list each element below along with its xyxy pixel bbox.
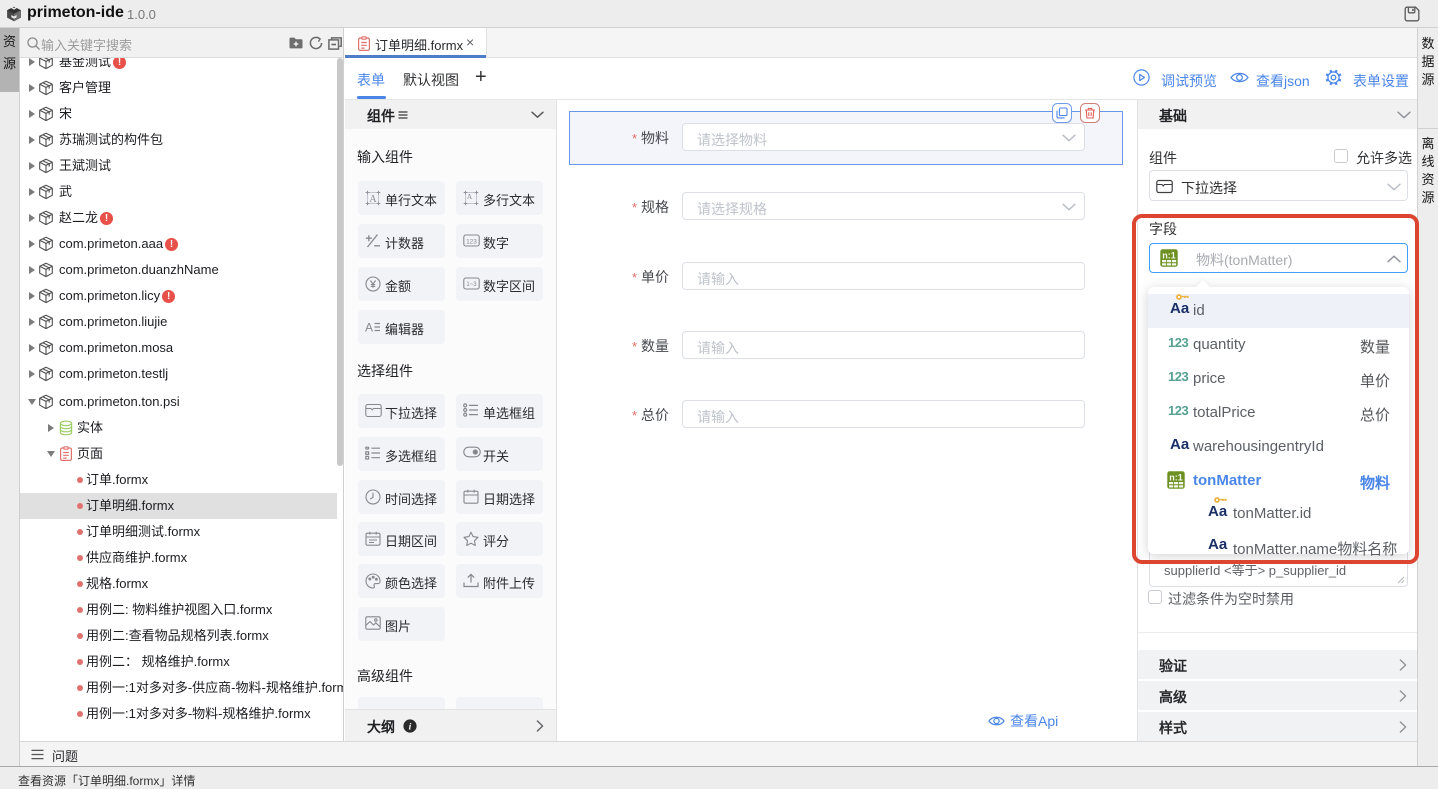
svg-text:A: A bbox=[467, 192, 473, 201]
svg-text:i: i bbox=[409, 722, 412, 732]
svg-text:A: A bbox=[369, 194, 377, 205]
svg-text:A: A bbox=[365, 321, 373, 335]
svg-text:1~3: 1~3 bbox=[466, 282, 477, 288]
svg-text:123: 123 bbox=[466, 238, 477, 245]
